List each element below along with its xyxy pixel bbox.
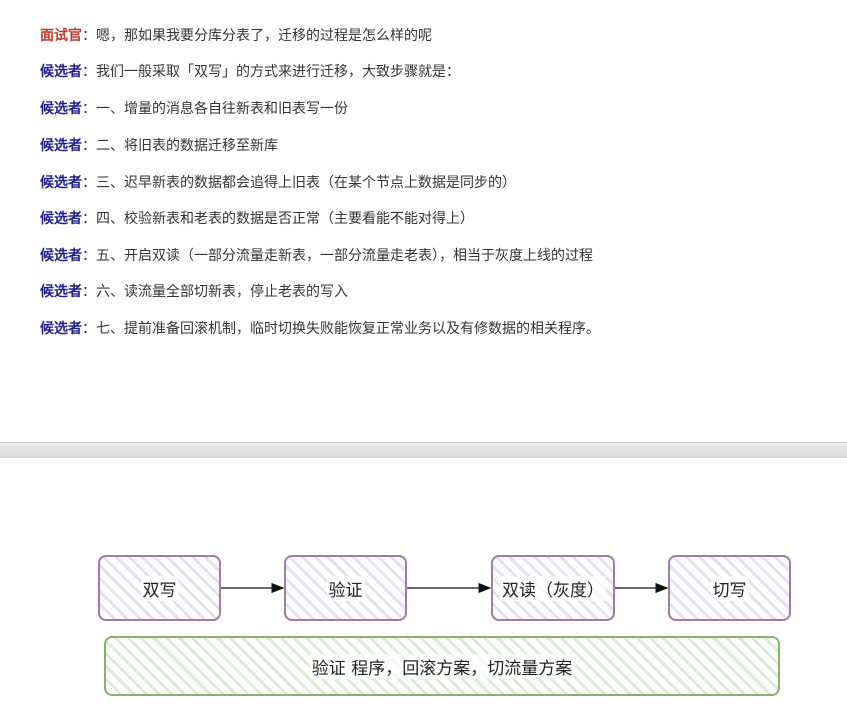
plan-label: 验证 程序，回滚方案，切流量方案 (309, 653, 575, 679)
dialogue-text: 七、提前准备回滚机制，临时切换失败能恢复正常业务以及有修数据的相关程序。 (96, 321, 600, 337)
candidate-label: 候选者 (40, 175, 82, 191)
page-divider (0, 442, 847, 459)
interviewer-label: 面试官 (40, 28, 82, 44)
dialogue-line: 候选者：七、提前准备回滚机制，临时切换失败能恢复正常业务以及有修数据的相关程序。 (40, 319, 600, 339)
colon: ： (82, 28, 96, 44)
dialogue-line: 候选者：六、读流量全部切新表，停止老表的写入 (40, 282, 348, 302)
step-verify: 验证 (284, 555, 407, 621)
migration-diagram: 双写 验证 双读（灰度） 切写 验证 程序，回滚方案，切流量方案 (0, 458, 847, 716)
candidate-label: 候选者 (40, 64, 82, 80)
candidate-label: 候选者 (40, 138, 82, 154)
step-label: 验证 (326, 575, 365, 601)
document-page: 面试官：嗯，那如果我要分库分表了，迁移的过程是怎么样的呢 候选者：我们一般采取「… (0, 0, 847, 442)
dialogue-text: 五、开启双读（一部分流量走新表，一部分流量走老表），相当于灰度上线的过程 (96, 248, 593, 264)
colon: ： (82, 321, 96, 337)
step-label: 切写 (710, 575, 749, 601)
colon: ： (82, 138, 96, 154)
dialogue-line: 候选者：二、将旧表的数据迁移至新库 (40, 136, 278, 156)
dialogue-line: 候选者：我们一般采取「双写」的方式来进行迁移，大致步骤就是： (40, 62, 460, 82)
dialogue-line: 候选者：一、增量的消息各自往新表和旧表写一份 (40, 99, 348, 119)
colon: ： (82, 101, 96, 117)
step-switch-write: 切写 (668, 555, 791, 621)
dialogue-text: 六、读流量全部切新表，停止老表的写入 (96, 284, 348, 300)
candidate-label: 候选者 (40, 211, 82, 227)
dialogue-text: 嗯，那如果我要分库分表了，迁移的过程是怎么样的呢 (96, 28, 432, 44)
dialogue-text: 二、将旧表的数据迁移至新库 (96, 138, 278, 154)
step-label: 双读（灰度） (500, 575, 606, 601)
candidate-label: 候选者 (40, 284, 82, 300)
dialogue-line: 候选者：四、校验新表和老表的数据是否正常（主要看能不能对得上） (40, 209, 474, 229)
step-dual-read: 双读（灰度） (491, 555, 615, 621)
step-dual-write: 双写 (98, 555, 221, 621)
dialogue-line: 候选者：三、迟早新表的数据都会追得上旧表（在某个节点上数据是同步的） (40, 173, 516, 193)
colon: ： (82, 211, 96, 227)
colon: ： (82, 64, 96, 80)
dialogue-line: 候选者：五、开启双读（一部分流量走新表，一部分流量走老表），相当于灰度上线的过程 (40, 246, 593, 266)
dialogue-text: 四、校验新表和老表的数据是否正常（主要看能不能对得上） (96, 211, 474, 227)
colon: ： (82, 248, 96, 264)
step-label: 双写 (140, 575, 179, 601)
dialogue-text: 我们一般采取「双写」的方式来进行迁移，大致步骤就是： (96, 64, 460, 80)
candidate-label: 候选者 (40, 321, 82, 337)
dialogue-text: 三、迟早新表的数据都会追得上旧表（在某个节点上数据是同步的） (96, 175, 516, 191)
candidate-label: 候选者 (40, 101, 82, 117)
dialogue-text: 一、增量的消息各自往新表和旧表写一份 (96, 101, 348, 117)
colon: ： (82, 175, 96, 191)
dialogue-line: 面试官：嗯，那如果我要分库分表了，迁移的过程是怎么样的呢 (40, 26, 432, 46)
candidate-label: 候选者 (40, 248, 82, 264)
colon: ： (82, 284, 96, 300)
rollback-plan-box: 验证 程序，回滚方案，切流量方案 (104, 636, 780, 696)
